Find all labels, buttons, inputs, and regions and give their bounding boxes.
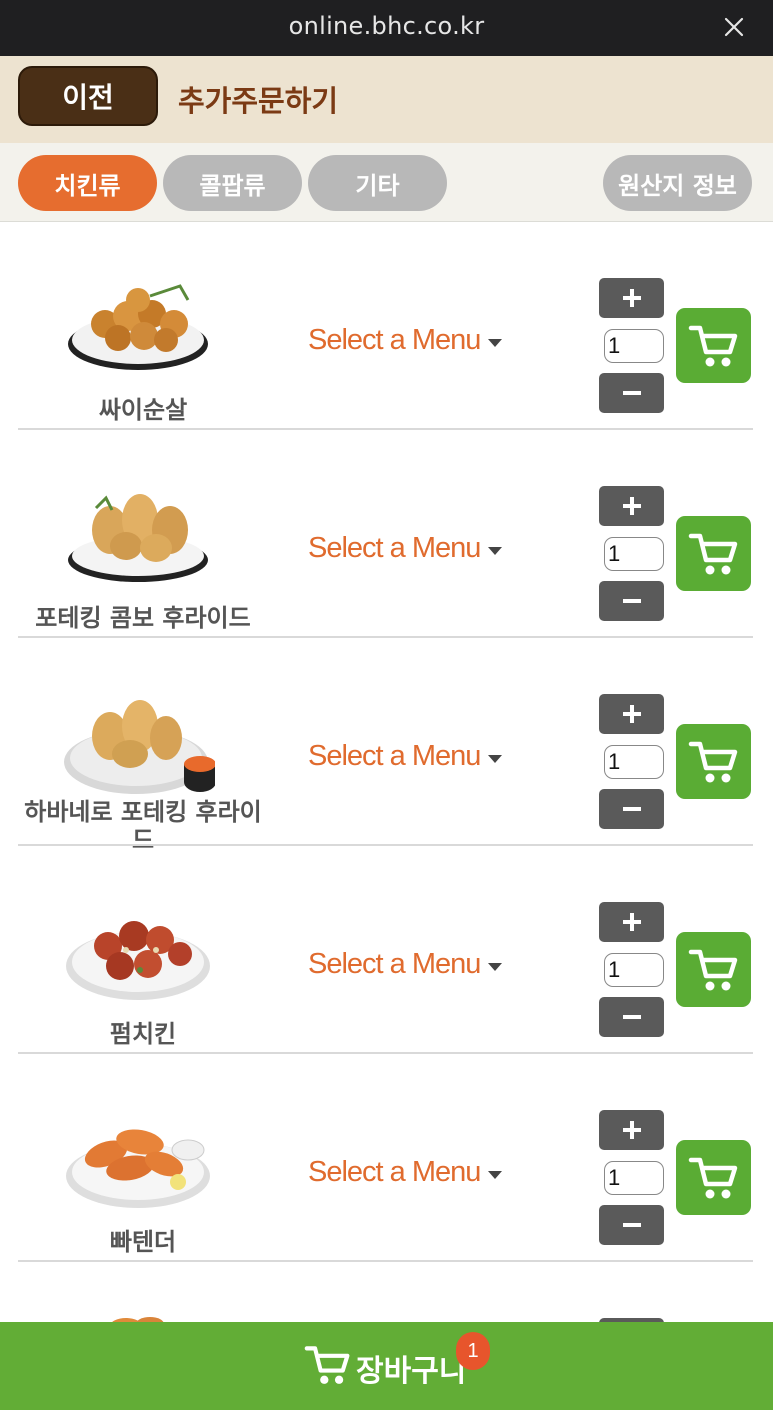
quantity-input[interactable]: 1 [604,953,664,987]
menu-name: 펌치킨 [109,1020,177,1048]
tab-chicken[interactable]: 치킨류 [18,155,157,211]
minus-icon [622,599,641,603]
plus-icon [622,705,641,723]
plus-icon [622,913,641,931]
tab-etc[interactable]: 기타 [308,155,447,211]
list-item: 펌치킨 Select a Menu 1 [0,846,773,1054]
food-image [64,700,215,794]
menu-list: 싸이순살 Select a Menu 1 포테킹 콤보 후라이드 Select … [0,222,773,1322]
minus-icon [622,1223,641,1227]
header: 이전 추가주문하기 [0,56,773,143]
url-text: online.bhc.co.kr [288,12,485,40]
add-to-cart-button[interactable] [676,932,751,1007]
menu-name: 포테킹 콤보 후라이드 [35,604,251,632]
list-item: 빠텐더 Select a Menu 1 [0,1054,773,1262]
select-label: Select a Menu [308,1156,481,1188]
list-item: 포테킹 콤보 후라이드 Select a Menu 1 [0,430,773,638]
increment-button[interactable] [599,278,664,318]
dropdown-caret-icon [488,338,503,347]
add-to-cart-button[interactable] [676,724,751,799]
plus-icon [622,497,641,515]
add-to-cart-button[interactable] [676,308,751,383]
food-image [112,1317,164,1322]
cart-icon [688,741,737,782]
list-item: 하바네로 포테킹 후라이드 Select a Menu 1 [0,638,773,854]
dropdown-caret-icon [488,962,503,971]
cart-icon [688,325,737,366]
dropdown-caret-icon [488,754,503,763]
tab-colpop[interactable]: 콜팝류 [163,155,302,211]
menu-select[interactable]: Select a Menu [308,948,503,981]
select-label: Select a Menu [308,532,481,564]
dropdown-caret-icon [488,546,503,555]
food-image [66,921,210,1000]
increment-button[interactable] [599,486,664,526]
category-tabs: 치킨류 콜팝류 기타 원산지 정보 [0,143,773,222]
page-title: 추가주문하기 [178,84,339,118]
cart-icon [688,1157,737,1198]
quantity-input[interactable]: 1 [604,745,664,779]
increment-button[interactable] [599,694,664,734]
menu-select[interactable]: Select a Menu [308,532,503,565]
plus-icon [622,1121,641,1139]
menu-select[interactable]: Select a Menu [308,324,503,357]
decrement-button[interactable] [599,373,664,413]
close-icon[interactable] [721,14,747,40]
browser-bar: online.bhc.co.kr [0,0,773,56]
list-item: 싸이순살 Select a Menu 1 [0,222,773,430]
add-to-cart-button[interactable] [676,1140,751,1215]
dropdown-caret-icon [488,1170,503,1179]
quantity-input[interactable]: 1 [604,1161,664,1195]
decrement-button[interactable] [599,1205,664,1245]
menu-select[interactable]: Select a Menu [308,740,503,773]
select-label: Select a Menu [308,948,481,980]
tab-origin-info[interactable]: 원산지 정보 [603,155,752,211]
menu-name: 싸이순살 [98,396,188,424]
cart-icon [304,1346,350,1384]
minus-icon [622,1015,641,1019]
minus-icon [622,391,641,395]
increment-button[interactable] [599,1110,664,1150]
increment-button[interactable] [599,902,664,942]
food-image [68,284,208,370]
plus-icon [622,289,641,307]
add-to-cart-button[interactable] [676,516,751,591]
decrement-button[interactable] [599,581,664,621]
cart-bar[interactable]: 장바구니 1 [0,1322,773,1410]
menu-select[interactable]: Select a Menu [308,1156,503,1189]
cart-count-badge: 1 [456,1332,490,1370]
quantity-input[interactable]: 1 [604,537,664,571]
cart-label: 장바구니 [356,1354,467,1389]
cart-icon [688,949,737,990]
list-item [0,1262,773,1322]
menu-name: 빠텐더 [109,1228,177,1256]
select-label: Select a Menu [308,740,481,772]
prev-button[interactable]: 이전 [18,66,158,126]
decrement-button[interactable] [599,789,664,829]
food-image [68,494,208,582]
minus-icon [622,807,641,811]
cart-icon [688,533,737,574]
select-label: Select a Menu [308,324,481,356]
decrement-button[interactable] [599,997,664,1037]
quantity-input[interactable]: 1 [604,329,664,363]
food-image [66,1129,210,1208]
